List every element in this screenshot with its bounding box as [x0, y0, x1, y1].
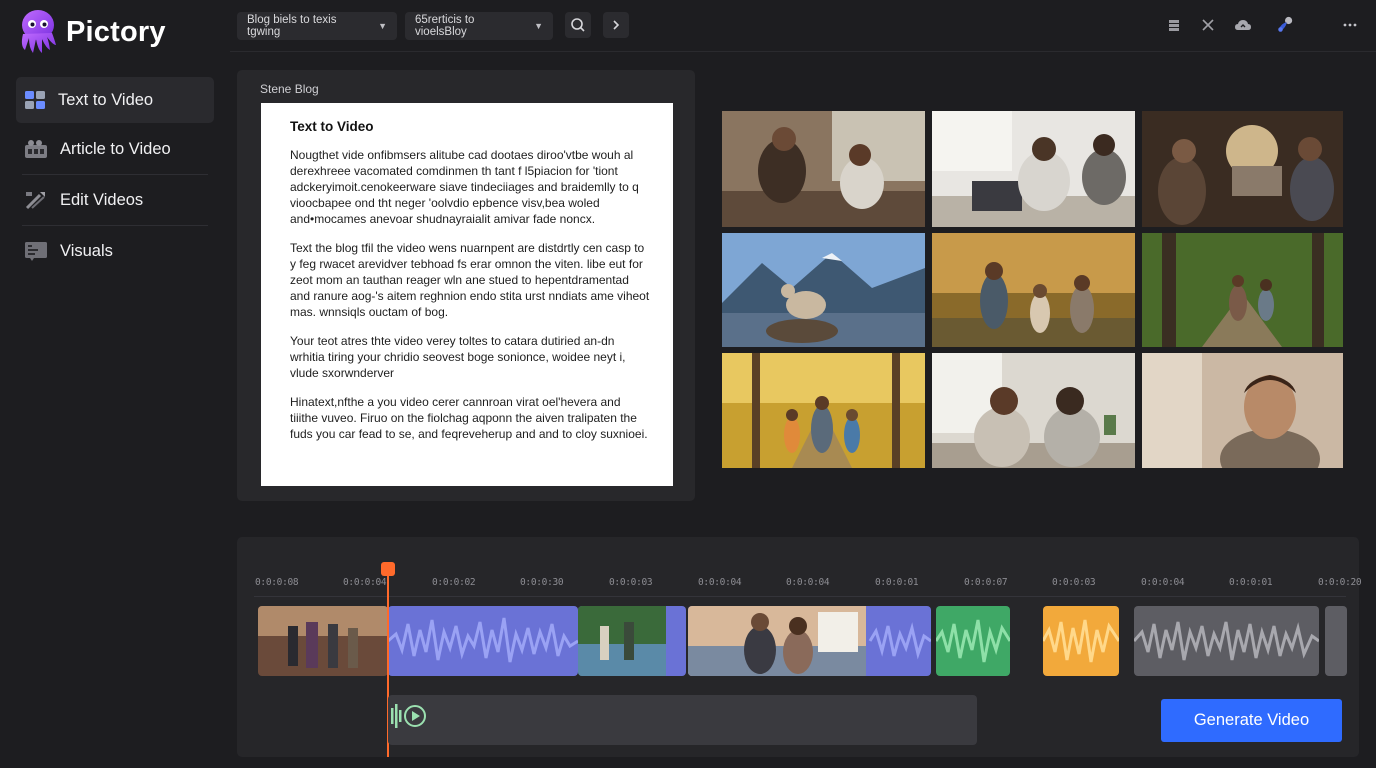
photo-placeholder-icon	[1142, 233, 1343, 347]
play-icon	[391, 704, 426, 728]
chevron-down-icon: ▼	[378, 21, 387, 31]
sidebar-divider	[22, 174, 208, 175]
audio-track-bar[interactable]	[388, 695, 977, 745]
video-thumbnail-icon	[688, 606, 931, 676]
tools-icon	[1202, 19, 1214, 31]
audio-waveform-icon	[1043, 619, 1119, 663]
timeline-tick: 0:0:0:20	[1318, 577, 1362, 588]
more-horizontal-icon	[1343, 23, 1357, 27]
photo-placeholder-icon	[932, 233, 1135, 347]
blog-input-panel: Stene Blog Text to Video Nougthet vide o…	[237, 70, 695, 501]
sidebar-item-article-to-video[interactable]: Article to Video	[16, 126, 214, 172]
audio-waveform-icon	[388, 617, 578, 663]
timeline-tick: 0:0:0:02	[432, 577, 476, 588]
layers-icon	[1169, 20, 1179, 31]
scene-image-man-portrait[interactable]	[1142, 353, 1343, 468]
search-icon	[571, 18, 585, 32]
timeline-tick: 0:0:0:07	[964, 577, 1008, 588]
timeline-tick: 0:0:0:04	[343, 577, 387, 588]
forward-button[interactable]	[603, 12, 629, 38]
sidebar-item-label: Article to Video	[60, 139, 171, 158]
blog-document[interactable]: Text to Video Nougthet vide onfibmsers a…	[261, 103, 673, 486]
timeline-tick: 0:0:0:04	[786, 577, 830, 588]
sidebar-item-edit-videos[interactable]: Edit Videos	[16, 177, 214, 223]
sidebar-item-text-to-video[interactable]: Text to Video	[16, 77, 214, 123]
timeline-tick: 0:0:0:03	[1052, 577, 1096, 588]
timeline-tick: 0:0:0:30	[520, 577, 564, 588]
layers-button[interactable]	[1165, 16, 1183, 34]
playhead-handle[interactable]	[381, 562, 395, 576]
timeline-clip-boardwalk-scene[interactable]	[688, 606, 931, 676]
timeline-ruler	[254, 596, 1346, 597]
scene-image-women-smiling[interactable]	[932, 353, 1135, 468]
scene-image-family-walk[interactable]	[932, 233, 1135, 347]
timeline-clip-group-scene[interactable]	[258, 606, 388, 676]
blog-paragraph: Nougthet vide onfibmsers alitube cad doo…	[290, 148, 639, 226]
photo-placeholder-icon	[722, 353, 925, 468]
rocket-icon	[1278, 16, 1293, 32]
sidebar-item-visuals[interactable]: Visuals	[16, 228, 214, 274]
tools-button[interactable]	[1199, 16, 1217, 34]
chevron-right-icon	[613, 20, 620, 30]
scene-image-forest-trail[interactable]	[1142, 233, 1343, 347]
timeline-tick: 0:0:0:01	[1229, 577, 1273, 588]
scene-image-workshop[interactable]	[1142, 111, 1343, 227]
source-type-value: Blog biels to texis tgwing	[247, 14, 337, 38]
scene-image-laptop-team[interactable]	[932, 111, 1135, 227]
scene-image-autumn-path[interactable]	[722, 353, 925, 468]
sidebar-divider	[22, 225, 208, 226]
timeline-tick: 0:0:0:03	[609, 577, 653, 588]
more-menu-button[interactable]	[1341, 16, 1359, 34]
sidebar-item-label: Visuals	[60, 241, 113, 260]
video-thumbnail-icon	[258, 606, 388, 676]
photo-placeholder-icon	[932, 353, 1135, 468]
output-type-value: 65rerticis to vioelsBloy	[415, 14, 475, 38]
header-divider	[230, 51, 1376, 52]
blog-paragraph: Hinatext,nfthe a you video cerer cannroa…	[290, 395, 648, 441]
scene-image-grid	[722, 111, 1343, 468]
source-type-dropdown[interactable]: Blog biels to texis tgwing ▼	[237, 12, 397, 40]
photo-placeholder-icon	[1142, 111, 1343, 227]
blog-paragraph: Your teot atres thte video verey toltes …	[290, 334, 626, 380]
sidebar-item-label: Edit Videos	[60, 190, 144, 209]
text-video-icon	[25, 91, 45, 109]
scene-image-mountain-bird[interactable]	[722, 233, 925, 347]
video-thumbnail-icon	[578, 606, 686, 676]
timeline-clip-audio-gray[interactable]	[1134, 606, 1319, 676]
timeline-clip-lake-scene[interactable]	[578, 606, 686, 676]
timeline-tick: 0:0:0:04	[698, 577, 742, 588]
app-logo[interactable]: Pictory	[16, 8, 166, 56]
timeline-tick: 0:0:0:08	[255, 577, 299, 588]
timeline-clip-voiceover-1[interactable]	[388, 606, 578, 676]
scene-image-friends-talking[interactable]	[722, 111, 925, 227]
photo-placeholder-icon	[932, 111, 1135, 227]
notifications-button[interactable]	[1276, 16, 1294, 34]
timeline-tick: 0:0:0:04	[1141, 577, 1185, 588]
audio-waveform-icon	[1134, 621, 1319, 661]
chevron-down-icon: ▼	[534, 21, 543, 31]
cloud-upload-icon	[1235, 20, 1251, 30]
timeline-tick: 0:0:0:01	[875, 577, 919, 588]
app-name: Pictory	[66, 15, 166, 48]
blog-title: Text to Video	[290, 119, 374, 134]
blog-paragraph: Text the blog tfil the video wens nuarnp…	[290, 241, 650, 319]
blog-panel-label: Stene Blog	[260, 82, 319, 96]
edit-icon	[25, 192, 45, 210]
cloud-button[interactable]	[1234, 16, 1252, 34]
visuals-icon	[25, 242, 47, 261]
sidebar-item-label: Text to Video	[58, 90, 154, 109]
play-button[interactable]	[390, 700, 430, 732]
search-button[interactable]	[565, 12, 591, 38]
timeline-clip-audio-orange[interactable]	[1043, 606, 1119, 676]
photo-placeholder-icon	[722, 233, 925, 347]
timeline-clip-audio-green[interactable]	[936, 606, 1010, 676]
photo-placeholder-icon	[1142, 353, 1343, 468]
generate-video-button[interactable]: Generate Video	[1161, 699, 1342, 742]
timeline-clip-audio-gray-end[interactable]	[1325, 606, 1347, 676]
article-video-icon	[25, 140, 47, 158]
photo-placeholder-icon	[722, 111, 925, 227]
audio-waveform-icon	[936, 619, 1010, 663]
output-type-dropdown[interactable]: 65rerticis to vioelsBloy ▼	[405, 12, 553, 40]
octopus-logo-icon	[21, 10, 56, 53]
